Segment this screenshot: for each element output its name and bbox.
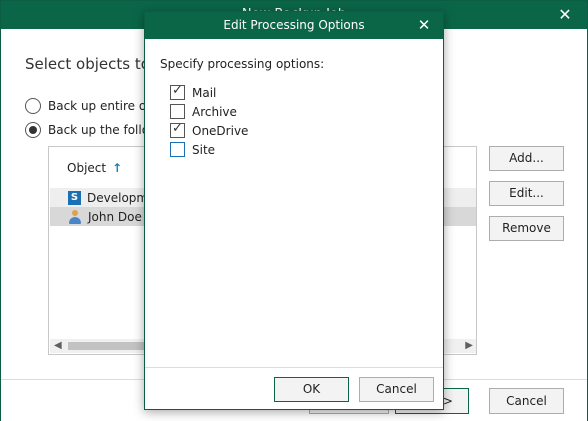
check-icon: ✓ (172, 121, 183, 136)
radio-button[interactable] (25, 98, 41, 114)
dialog-close-icon[interactable]: ✕ (413, 14, 435, 36)
radio-button-checked[interactable] (25, 122, 41, 138)
column-header-label: Object (67, 161, 107, 175)
sharepoint-site-icon: S (68, 190, 81, 205)
check-icon: ✓ (172, 83, 183, 98)
dialog-titlebar: Edit Processing Options ✕ (145, 12, 443, 39)
option-label: Site (192, 142, 216, 157)
option-site[interactable]: Site (170, 142, 215, 157)
window-close-icon[interactable]: ✕ (553, 4, 577, 26)
add-button[interactable]: Add... (489, 146, 564, 171)
user-icon (68, 209, 82, 224)
scroll-left-icon[interactable]: ◀ (54, 340, 62, 351)
site-checkbox[interactable] (170, 142, 185, 157)
dialog-prompt: Specify processing options: (160, 57, 325, 71)
dialog-cancel-button[interactable]: Cancel (359, 377, 434, 402)
scroll-right-icon[interactable]: ▶ (465, 340, 473, 351)
column-header-object[interactable]: Object ↑ (67, 161, 122, 175)
list-item-label: John Doe (88, 209, 142, 224)
ok-button[interactable]: OK (274, 377, 349, 402)
onedrive-checkbox[interactable]: ✓ (170, 121, 185, 138)
dialog-title: Edit Processing Options (223, 18, 365, 32)
option-archive[interactable]: Archive (170, 104, 237, 119)
edit-button[interactable]: Edit... (489, 181, 564, 206)
cancel-button[interactable]: Cancel (489, 388, 564, 414)
archive-checkbox[interactable] (170, 104, 185, 119)
mail-checkbox[interactable]: ✓ (170, 83, 185, 100)
option-label: OneDrive (192, 123, 249, 138)
remove-button[interactable]: Remove (489, 216, 564, 241)
sort-ascending-icon: ↑ (112, 161, 123, 175)
option-onedrive[interactable]: ✓ OneDrive (170, 121, 249, 138)
option-label: Mail (192, 85, 217, 100)
edit-processing-options-dialog: Edit Processing Options ✕ Specify proces… (144, 11, 444, 410)
option-label: Archive (192, 104, 237, 119)
option-mail[interactable]: ✓ Mail (170, 83, 217, 100)
